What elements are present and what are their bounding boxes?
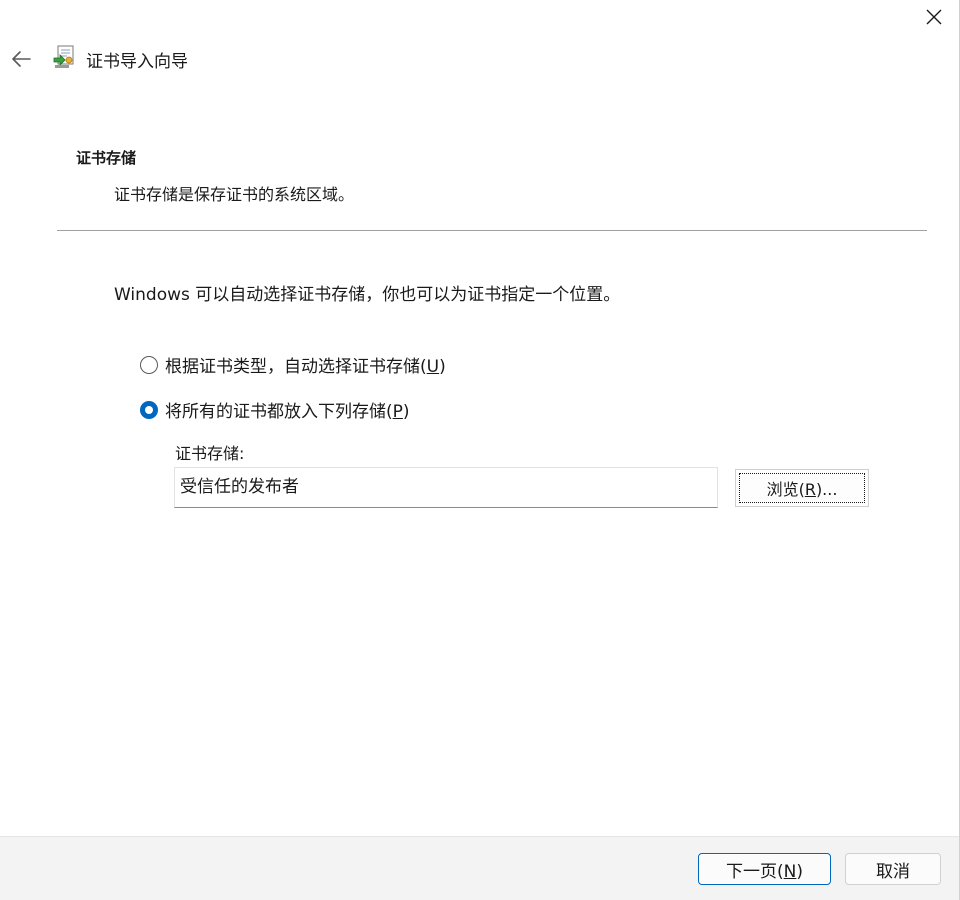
certificate-store-field[interactable]: 受信任的发布者 <box>174 467 718 508</box>
wizard-footer: 下一页(N) 取消 <box>0 836 959 900</box>
back-arrow-icon <box>12 51 31 67</box>
section-title: 证书存储 <box>76 149 137 167</box>
radio-button-auto[interactable] <box>140 355 158 374</box>
wizard-title: 证书导入向导 <box>86 52 188 72</box>
browse-button-label: 浏览(R)... <box>766 480 838 499</box>
next-button-label: 下一页(N) <box>726 861 803 882</box>
radio-manual-label: 将所有的证书都放入下列存储(P) <box>165 402 410 422</box>
radio-auto-select-store[interactable]: 根据证书类型，自动选择证书存储(U) <box>140 352 446 377</box>
close-icon <box>926 9 942 25</box>
browse-button[interactable]: 浏览(R)... <box>735 469 869 507</box>
section-description: 证书存储是保存证书的系统区域。 <box>114 185 355 204</box>
close-button[interactable] <box>912 0 956 34</box>
certificate-store-label: 证书存储: <box>175 444 245 463</box>
next-button[interactable]: 下一页(N) <box>698 853 831 885</box>
radio-auto-label: 根据证书类型，自动选择证书存储(U) <box>165 357 446 377</box>
header-divider <box>57 230 927 231</box>
cancel-button[interactable]: 取消 <box>845 853 941 885</box>
certificate-wizard-icon <box>53 45 74 68</box>
intro-text: Windows 可以自动选择证书存储，你也可以为证书指定一个位置。 <box>114 285 621 305</box>
certificate-import-wizard-window: 证书导入向导 证书存储 证书存储是保存证书的系统区域。 Windows 可以自动… <box>0 0 960 900</box>
radio-place-in-store[interactable]: 将所有的证书都放入下列存储(P) <box>140 397 410 422</box>
radio-button-manual[interactable] <box>140 400 158 419</box>
back-button[interactable] <box>6 44 36 74</box>
